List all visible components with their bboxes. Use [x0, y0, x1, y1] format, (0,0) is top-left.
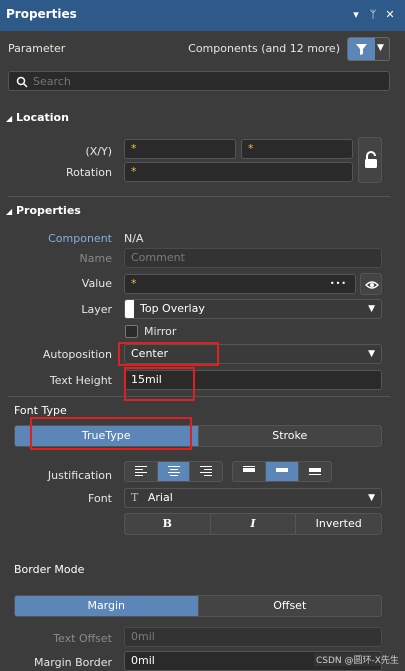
font-select[interactable]: T Arial ▼ [124, 488, 382, 508]
text-height-label: Text Height [49, 374, 112, 387]
mirror-checkbox[interactable] [125, 325, 138, 338]
collapse-icon: ◢ [6, 114, 13, 123]
layer-value: Top Overlay [140, 302, 205, 315]
close-icon[interactable]: ✕ [384, 8, 396, 22]
horizontal-justification[interactable] [124, 461, 223, 482]
value-input[interactable]: * ••• [124, 274, 356, 294]
search-icon [16, 76, 28, 88]
italic-button[interactable]: I [209, 514, 296, 534]
border-mode-title: Border Mode [14, 563, 85, 576]
visibility-button[interactable] [360, 273, 382, 295]
margin-option[interactable]: Margin [15, 596, 198, 616]
offset-option[interactable]: Offset [197, 596, 382, 616]
stroke-option[interactable]: Stroke [197, 426, 382, 446]
search-input[interactable] [33, 73, 383, 89]
font-style-toggles[interactable]: B I Inverted [124, 513, 382, 535]
watermark: CSDN @圆环-X先生 [314, 653, 401, 666]
align-center-icon[interactable] [156, 462, 190, 481]
component-value: N/A [124, 232, 144, 245]
highlight-box [118, 342, 219, 366]
components-label: Components (and 12 more) [188, 42, 340, 55]
component-label[interactable]: Component [10, 232, 112, 245]
filter-icon [348, 38, 375, 60]
vertical-justification[interactable] [232, 461, 332, 482]
location-title: Location [16, 111, 69, 124]
name-input[interactable]: Comment [124, 248, 382, 268]
x-input[interactable]: * [124, 139, 236, 159]
rotation-input[interactable]: * [124, 162, 353, 182]
collapse-icon: ◢ [6, 207, 13, 216]
value-label: Value [81, 277, 112, 290]
chevron-down-icon: ▼ [368, 349, 375, 359]
filter-button[interactable]: ▼ [347, 37, 390, 61]
layer-label: Layer [81, 303, 112, 316]
align-middle-icon[interactable] [265, 462, 298, 481]
eye-icon [365, 281, 379, 289]
rotation-label: Rotation [65, 166, 112, 179]
font-icon: T [131, 491, 139, 504]
properties-title: Properties [16, 204, 81, 217]
text-offset-label: Text Offset [53, 632, 112, 645]
margin-border-label: Margin Border [34, 656, 112, 669]
bold-button[interactable]: B [125, 514, 210, 534]
font-value: Arial [147, 491, 173, 504]
location-section-header[interactable]: ◢ Location [6, 111, 69, 124]
lock-icon [365, 151, 377, 168]
align-bottom-icon[interactable] [298, 462, 331, 481]
divider [8, 396, 390, 397]
filter-dropdown-icon[interactable]: ▼ [377, 43, 384, 53]
layer-color-swatch [125, 300, 134, 318]
search-box[interactable] [8, 71, 390, 91]
layer-select[interactable]: Top Overlay ▼ [124, 299, 382, 319]
lock-button[interactable] [358, 137, 382, 183]
y-input[interactable]: * [241, 139, 353, 159]
align-top-icon[interactable] [233, 462, 265, 481]
xy-label: (X/Y) [85, 145, 112, 158]
panel-title: Properties [6, 7, 77, 21]
font-type-title: Font Type [14, 404, 67, 417]
parameter-label: Parameter [8, 42, 66, 55]
chevron-down-icon: ▼ [368, 493, 375, 503]
inverted-button[interactable]: Inverted [295, 514, 381, 534]
font-label: Font [88, 492, 112, 505]
mirror-label: Mirror [144, 325, 177, 338]
dropdown-icon[interactable]: ▾ [350, 8, 362, 22]
more-icon[interactable]: ••• [330, 275, 347, 293]
align-right-icon[interactable] [189, 462, 222, 481]
chevron-down-icon: ▼ [368, 304, 375, 314]
highlight-box [30, 417, 192, 450]
divider [8, 196, 390, 197]
name-label: Name [79, 252, 112, 265]
justification-label: Justification [47, 469, 112, 482]
pin-icon[interactable]: ᛘ [367, 8, 379, 22]
align-left-icon[interactable] [125, 462, 157, 481]
text-offset-input[interactable]: 0mil [124, 627, 382, 647]
border-mode-toggle[interactable]: Margin Offset [14, 595, 382, 617]
autoposition-label: Autoposition [42, 348, 112, 361]
properties-section-header[interactable]: ◢ Properties [6, 204, 81, 217]
